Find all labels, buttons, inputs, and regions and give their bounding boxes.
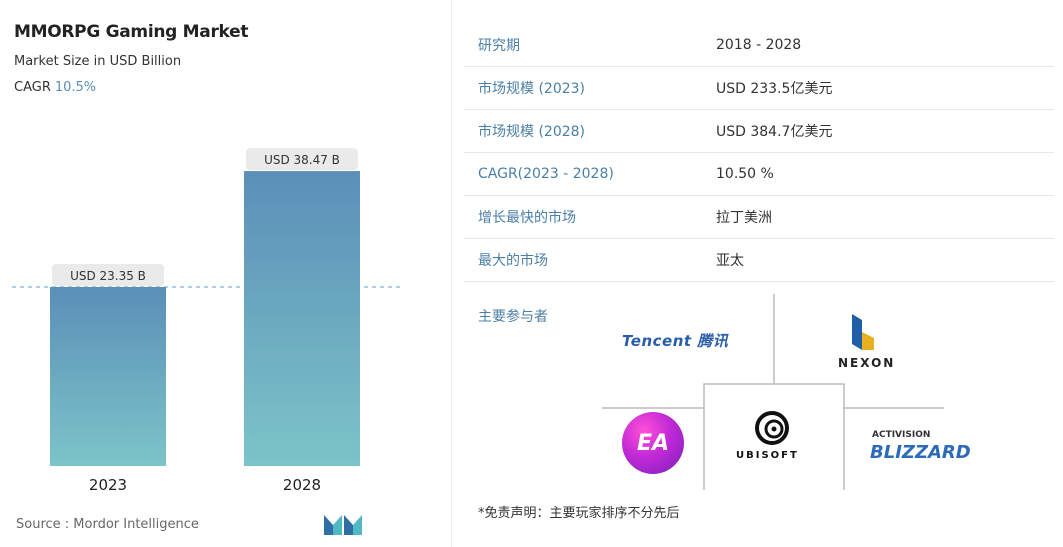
- info-value: USD 384.7亿美元: [716, 124, 833, 140]
- info-row-market-size-2028: 市场规模 (2028) USD 384.7亿美元: [464, 110, 1054, 153]
- disclaimer-text: *免责声明：主要玩家排序不分先后: [478, 506, 680, 521]
- info-row-market-size-2023: 市场规模 (2023) USD 233.5亿美元: [464, 67, 1054, 110]
- bar-2023: [50, 286, 166, 466]
- cagr-value: 10.5%: [54, 80, 97, 95]
- cagr-line: CAGR 10.5%: [14, 80, 96, 95]
- ubisoft-swirl-icon: [755, 411, 789, 445]
- info-key: 最大的市场: [478, 253, 548, 269]
- data-label: USD 38.47 B: [264, 153, 340, 167]
- data-label: USD 23.35 B: [70, 269, 146, 283]
- info-table: 研究期 2018 - 2028 市场规模 (2023) USD 233.5亿美元…: [464, 24, 1054, 282]
- info-key: 市场规模 (2023): [478, 81, 586, 97]
- activision-wordmark: ACTIVISION: [872, 430, 931, 440]
- info-value: 10.50 %: [716, 166, 774, 182]
- info-key: 增长最快的市场: [478, 210, 576, 226]
- blizzard-wordmark: BLIZZARD: [870, 442, 971, 463]
- info-key: CAGR(2023 - 2028): [478, 166, 614, 182]
- chart-subtitle: Market Size in USD Billion: [14, 54, 182, 69]
- x-tick-label: 2023: [89, 476, 127, 494]
- info-value: USD 233.5亿美元: [716, 81, 833, 97]
- info-row-study-period: 研究期 2018 - 2028: [464, 24, 1054, 67]
- info-row-cagr: CAGR(2023 - 2028) 10.50 %: [464, 153, 1054, 196]
- info-value: 拉丁美洲: [716, 210, 772, 226]
- x-tick-label: 2028: [283, 476, 321, 494]
- source-line: Source : Mordor Intelligence: [16, 517, 199, 532]
- cagr-label: CAGR: [14, 80, 51, 95]
- info-key: 研究期: [478, 38, 520, 54]
- chart-title: MMORPG Gaming Market: [14, 22, 249, 42]
- mordor-logo-icon: [324, 515, 362, 535]
- ea-logo: EA: [622, 412, 684, 474]
- info-row-fastest-market: 增长最快的市场 拉丁美洲: [464, 196, 1054, 239]
- info-key: 市场规模 (2028): [478, 124, 586, 140]
- bar-chart: USD 23.35 B 2023 USD 38.47 B 2028: [12, 148, 400, 494]
- bar-2028: [244, 171, 360, 466]
- info-value: 2018 - 2028: [716, 37, 802, 53]
- chart-card: MMORPG Gaming Market Market Size in USD …: [0, 0, 452, 547]
- nexon-wordmark: NEXON: [838, 356, 896, 370]
- tencent-logo: Tencent 腾讯: [622, 332, 729, 350]
- ubisoft-wordmark: UBISOFT: [736, 450, 799, 461]
- info-value: 亚太: [716, 253, 744, 269]
- players-label: 主要参与者: [478, 309, 548, 325]
- info-row-largest-market: 最大的市场 亚太: [464, 239, 1054, 282]
